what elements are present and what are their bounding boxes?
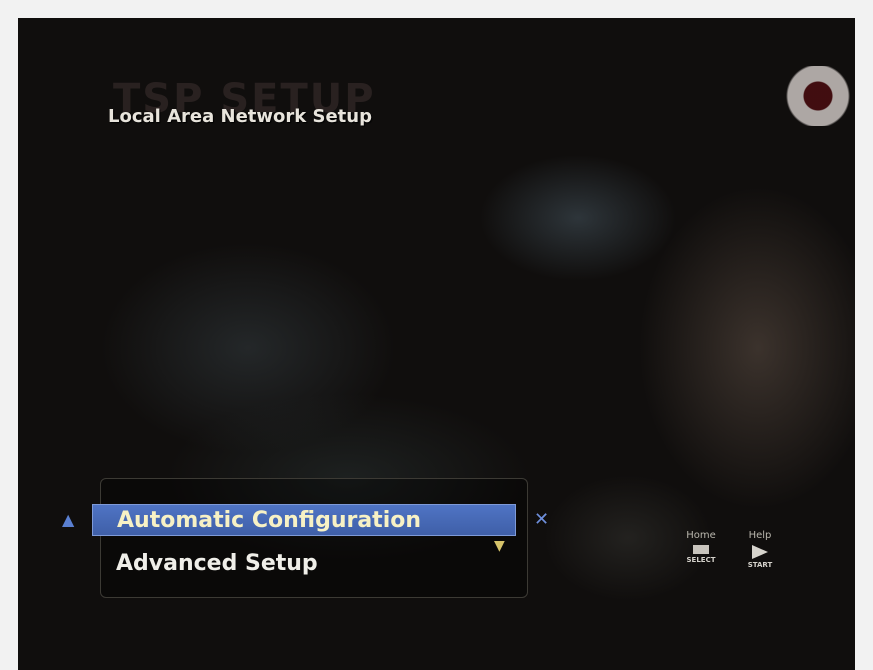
select-caption: SELECT xyxy=(686,556,716,564)
menu-item-advanced-setup[interactable]: Advanced Setup xyxy=(92,548,516,580)
menu-item-automatic-configuration[interactable]: Automatic Configuration xyxy=(92,504,516,536)
home-hint[interactable]: Home SELECT xyxy=(671,530,731,564)
home-hint-label: Home xyxy=(686,530,716,541)
right-arrow-icon[interactable]: ✕ xyxy=(534,508,552,532)
start-caption: START xyxy=(747,561,773,569)
help-hint-label: Help xyxy=(748,530,772,541)
select-button-icon xyxy=(693,545,709,554)
up-arrow-icon[interactable]: ▲ xyxy=(62,510,78,530)
down-chevron-icon[interactable]: ▼ xyxy=(494,539,514,553)
start-button-icon xyxy=(752,545,768,559)
page-title: Local Area Network Setup xyxy=(108,106,372,127)
help-hint[interactable]: Help START xyxy=(730,530,790,569)
menu-panel xyxy=(100,478,528,598)
channel-logo-icon xyxy=(778,66,853,126)
